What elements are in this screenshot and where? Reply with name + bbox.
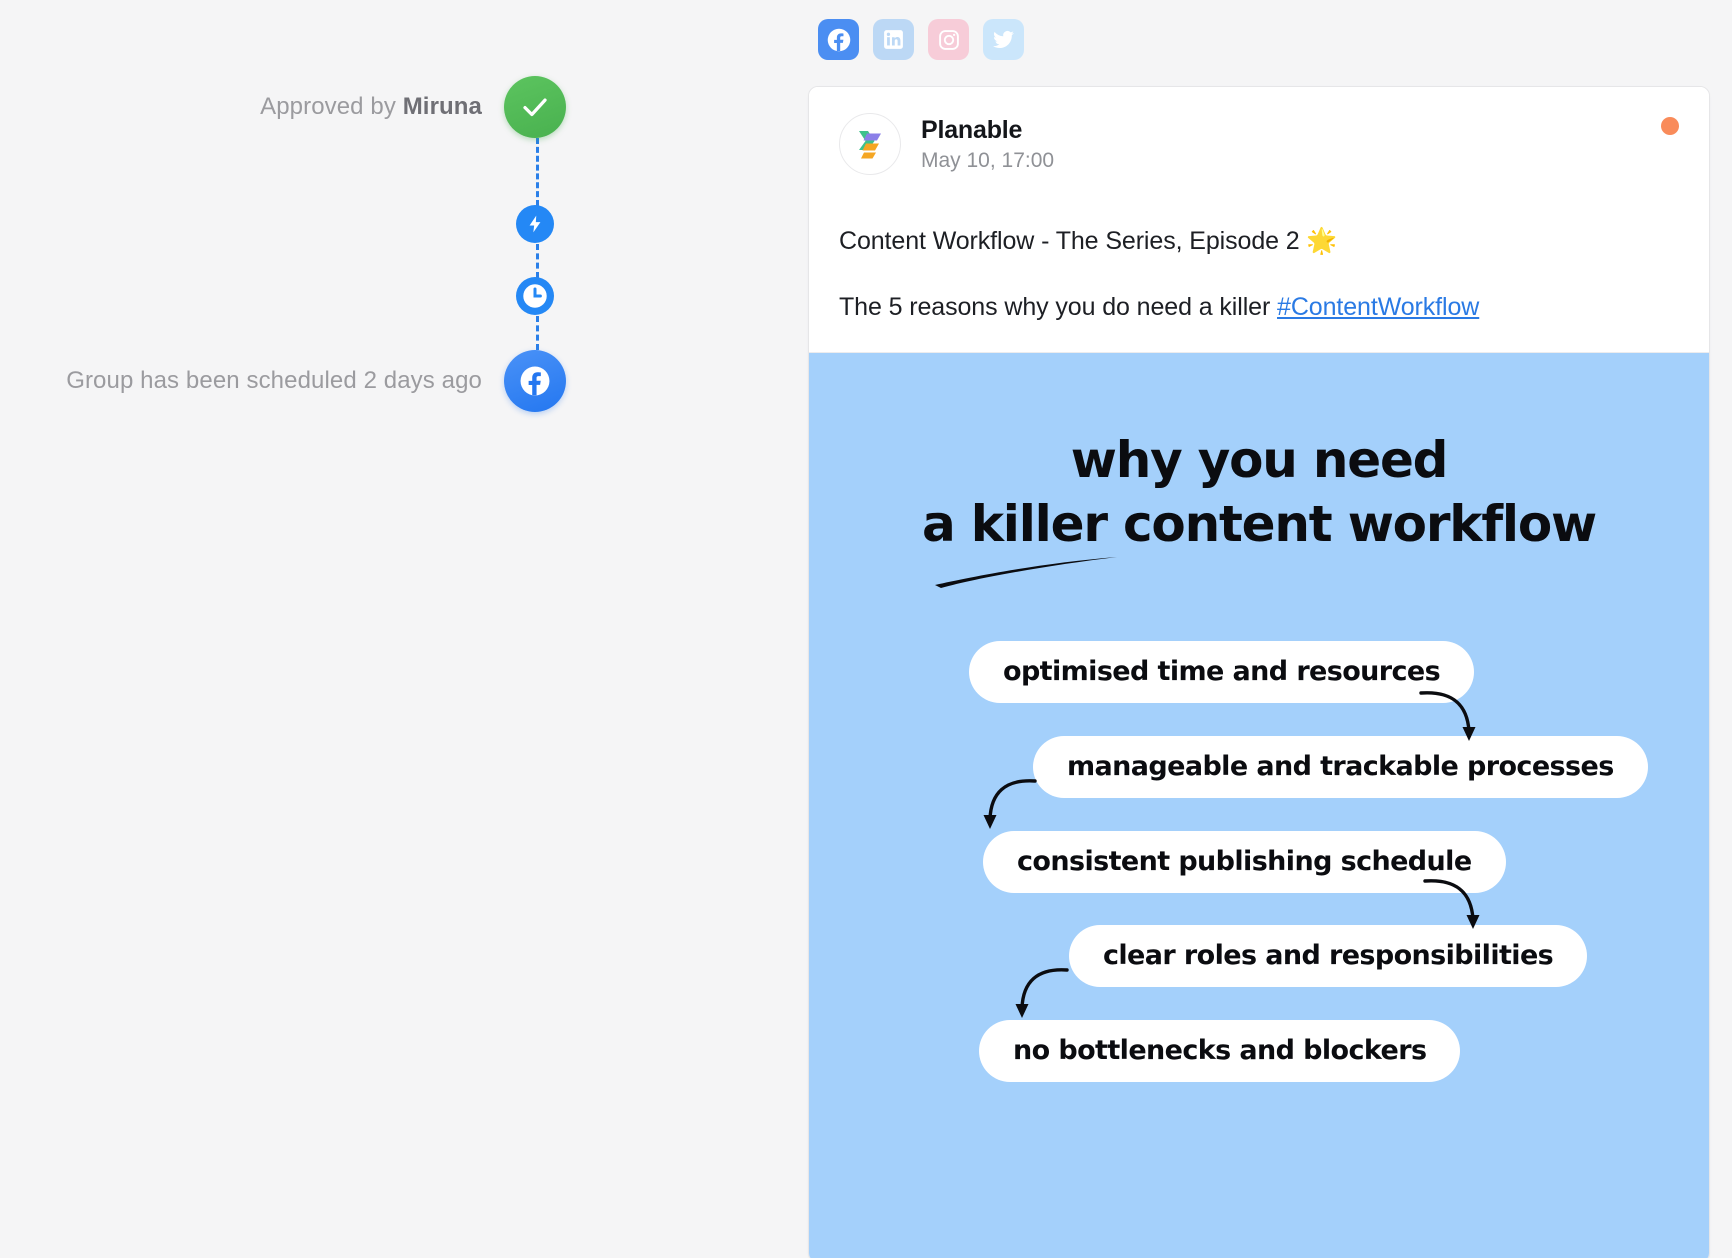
social-tab-instagram[interactable] — [928, 19, 969, 60]
timeline-item-automation[interactable] — [0, 205, 554, 243]
author-row: Planable May 10, 17:00 — [839, 113, 1679, 175]
arrow-down-right-icon-2 — [1423, 878, 1480, 929]
clock-icon — [516, 277, 554, 315]
post-preview-screen: Approved by Miruna Group has been schedu… — [0, 0, 1732, 1258]
timeline-item-approved[interactable]: Approved by Miruna — [0, 76, 566, 138]
author-meta: Planable May 10, 17:00 — [921, 116, 1054, 173]
facebook-icon — [504, 350, 566, 412]
arrow-down-left-icon-1 — [983, 778, 1037, 829]
arrow-down-right-icon-1 — [1419, 690, 1476, 741]
check-icon — [504, 76, 566, 138]
post-text-line-1: Content Workflow - The Series, Episode 2… — [839, 227, 1338, 255]
author-name: Planable — [921, 115, 1023, 144]
post-text-body: The 5 reasons why you do need a killer — [839, 293, 1278, 322]
timeline-connector-2 — [536, 244, 539, 278]
timeline-item-approved-label: Approved by Miruna — [260, 93, 482, 120]
timeline-item-scheduled[interactable] — [0, 277, 554, 315]
creative-pill-2: manageable and trackable processes — [1033, 735, 1648, 798]
social-channel-tabs — [818, 19, 1024, 60]
lightning-icon — [516, 205, 554, 243]
avatar — [839, 113, 901, 175]
timeline-item-published-label: Group has been scheduled 2 days ago — [66, 367, 482, 394]
social-tab-twitter[interactable] — [983, 19, 1024, 60]
timeline-item-published[interactable]: Group has been scheduled 2 days ago — [0, 350, 566, 412]
timeline-connector-1 — [536, 138, 539, 206]
arrow-down-left-icon-2 — [1015, 967, 1069, 1018]
post-timestamp: May 10, 17:00 — [921, 148, 1055, 172]
social-tab-facebook[interactable] — [818, 19, 859, 60]
creative-pill-1: optimised time and resources — [969, 640, 1475, 703]
creative-pill-4: clear roles and responsibilities — [1069, 924, 1588, 987]
approval-timeline: Approved by Miruna Group has been schedu… — [0, 0, 800, 1258]
creative-headline-1: why you need — [1070, 430, 1449, 489]
timeline-connector-3 — [536, 316, 539, 350]
hashtag-link[interactable]: #ContentWorkflow — [1277, 293, 1479, 321]
creative-headline-2: a killer content workflow — [922, 494, 1597, 553]
post-text-line-2: The 5 reasons why you do need a killer #… — [809, 289, 1709, 325]
post-media-image[interactable]: why you need a killer content workflow o… — [809, 351, 1709, 1258]
underline-swoosh-icon — [935, 556, 1117, 588]
social-tab-linkedin[interactable] — [873, 19, 914, 60]
post-card-header: Planable May 10, 17:00 — [809, 87, 1709, 197]
status-badge — [1661, 117, 1679, 135]
post-preview-card: Planable May 10, 17:00 Content Workflow … — [808, 86, 1710, 1258]
